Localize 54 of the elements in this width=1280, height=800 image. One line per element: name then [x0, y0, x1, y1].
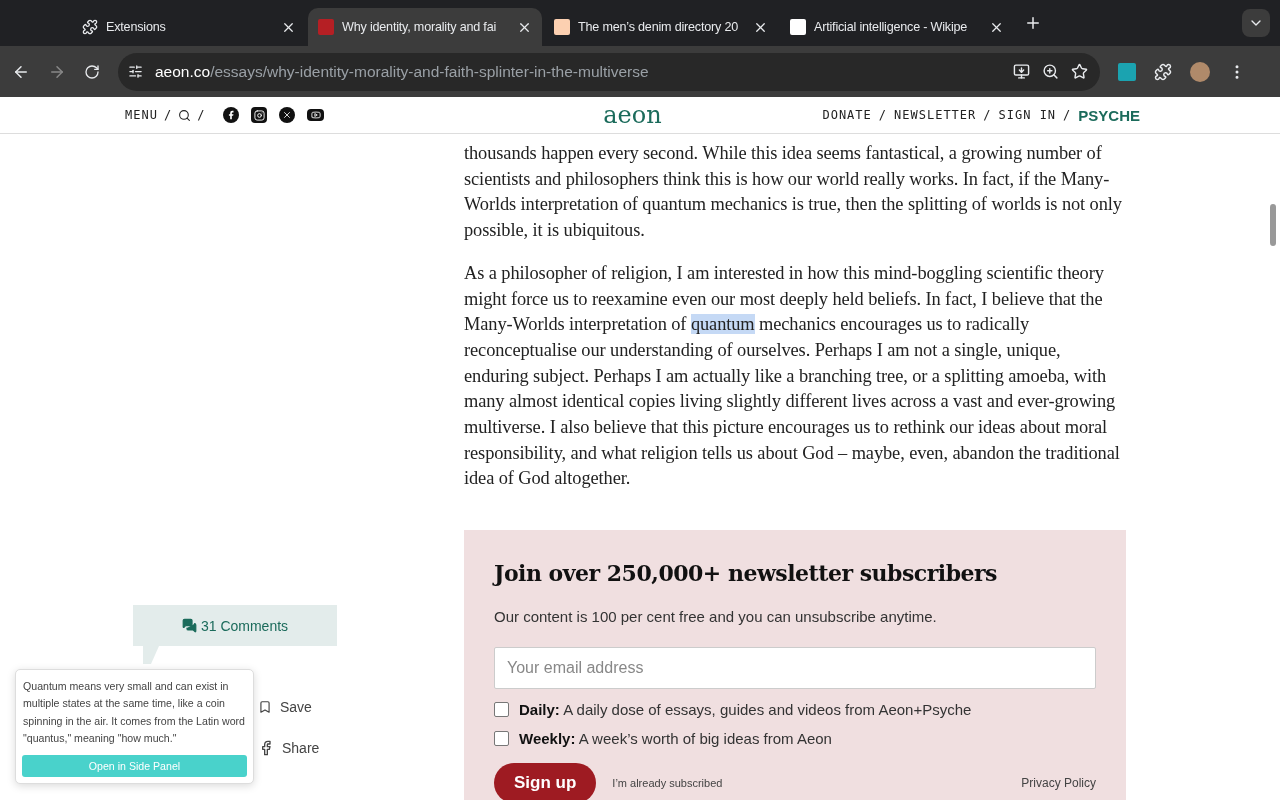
email-field[interactable]: Your email address [494, 647, 1096, 690]
newsletter-title: Join over 250,000+ newsletter subscribers [494, 560, 998, 587]
favicon-icon [554, 19, 570, 35]
option-label: Daily: A daily dose of essays, guides and videos from Aeon+Psyche [519, 701, 972, 719]
comments-button[interactable]: 31 Comments [133, 605, 337, 646]
address-bar[interactable]: aeon.co/essays/why-identity-morality-and-faith-splinter-in-the-multiverse [118, 52, 1100, 91]
install-icon[interactable] [1013, 63, 1030, 80]
action-button[interactable]: Share [258, 738, 320, 758]
site-logo[interactable]: aeon [603, 101, 662, 129]
sign-up-button[interactable]: Sign up [494, 763, 597, 800]
option-label: Weekly: A week’s worth of big ideas from Aeon [519, 730, 832, 748]
extensions-icon[interactable] [1154, 62, 1172, 81]
browser-tab[interactable]: Artificial intelligence - Wikipe [780, 8, 1014, 46]
x-icon[interactable] [279, 107, 296, 123]
subscribed-link[interactable]: I’m already subscribed [612, 777, 723, 790]
action-button[interactable]: Save [258, 697, 312, 717]
bookmark-star-icon[interactable] [1071, 63, 1088, 80]
profile-avatar[interactable] [1190, 61, 1210, 82]
nav-link[interactable]: SIGN IN [998, 108, 1057, 122]
checkbox[interactable] [494, 731, 509, 747]
article-paragraph: As a philosopher of religion, I am interested in how this mind-boggling scientific theory might force us to reexamine even our most deeply held beliefs. In fact, I believe that the Many-Worlds interpretation of quantum mechanics encourages us to radically reconceptualise our understanding of ourselves. Perhaps I am not a single, unique, enduring subject. Perhaps I am actually like a branching tree, or a splitting amoeba, with many almost identical copies living slightly different lives across a vast and ever-growing multiverse. I also believe that this picture encourages us to rethink our ideas about moral responsibility, and what religion tells us about God – maybe, even, abandon the traditional idea of God altogether. [464, 261, 1121, 491]
new-tab-button[interactable] [1024, 14, 1042, 32]
separator: / [983, 108, 992, 122]
favicon-icon [318, 19, 334, 35]
browser-tab[interactable]: Why identity, morality and fai [308, 8, 542, 46]
nav-link[interactable]: DONATE [822, 108, 872, 122]
brand-link[interactable]: PSYCHE [1078, 106, 1140, 124]
site-settings-icon[interactable] [128, 64, 143, 79]
instagram-icon[interactable] [251, 107, 268, 123]
scrollbar-thumb[interactable] [1270, 204, 1276, 246]
puzzle-icon [82, 19, 98, 35]
youtube-icon[interactable] [307, 109, 325, 121]
tab-search-button[interactable] [1242, 9, 1270, 37]
browser-tab[interactable]: Extensions [72, 8, 306, 46]
definition-text: Quantum means very small and can exist in multiple states at the same time, like a coin spinning in the air. It comes from the Latin word "quantus," meaning "how much." [23, 679, 246, 746]
bookmark-icon [258, 700, 272, 714]
separator: / [878, 108, 888, 122]
article-paragraph: thousands happen every second. While this idea seems fantastical, a growing number of scientists and philosophers think this is how our world really works. In fact, if the Many-Worlds interpretation of quantum mechanics is true, then the splitting of worlds is not only possible, it is ubiquitous. [464, 142, 1123, 243]
separator: / [1063, 108, 1072, 122]
checkbox[interactable] [494, 702, 509, 718]
menu-link[interactable]: MENU [125, 108, 158, 122]
separator: / [163, 108, 173, 122]
reload-icon[interactable] [84, 63, 100, 80]
nav-link[interactable]: NEWSLETTER [894, 108, 977, 122]
newsletter-description: Our content is 100 per cent free and you can unsubscribe anytime. [494, 608, 938, 626]
privacy-link[interactable]: Privacy Policy [1021, 776, 1096, 791]
extension-icon[interactable] [1118, 62, 1136, 81]
comments-icon [181, 618, 197, 633]
separator: / [197, 108, 206, 122]
browser-tab[interactable]: The men’s denim directory 20 [544, 8, 778, 46]
favicon-icon [790, 19, 806, 35]
facebook-icon[interactable] [223, 107, 240, 123]
search-icon[interactable] [178, 108, 192, 122]
zoom-icon[interactable] [1042, 63, 1059, 80]
